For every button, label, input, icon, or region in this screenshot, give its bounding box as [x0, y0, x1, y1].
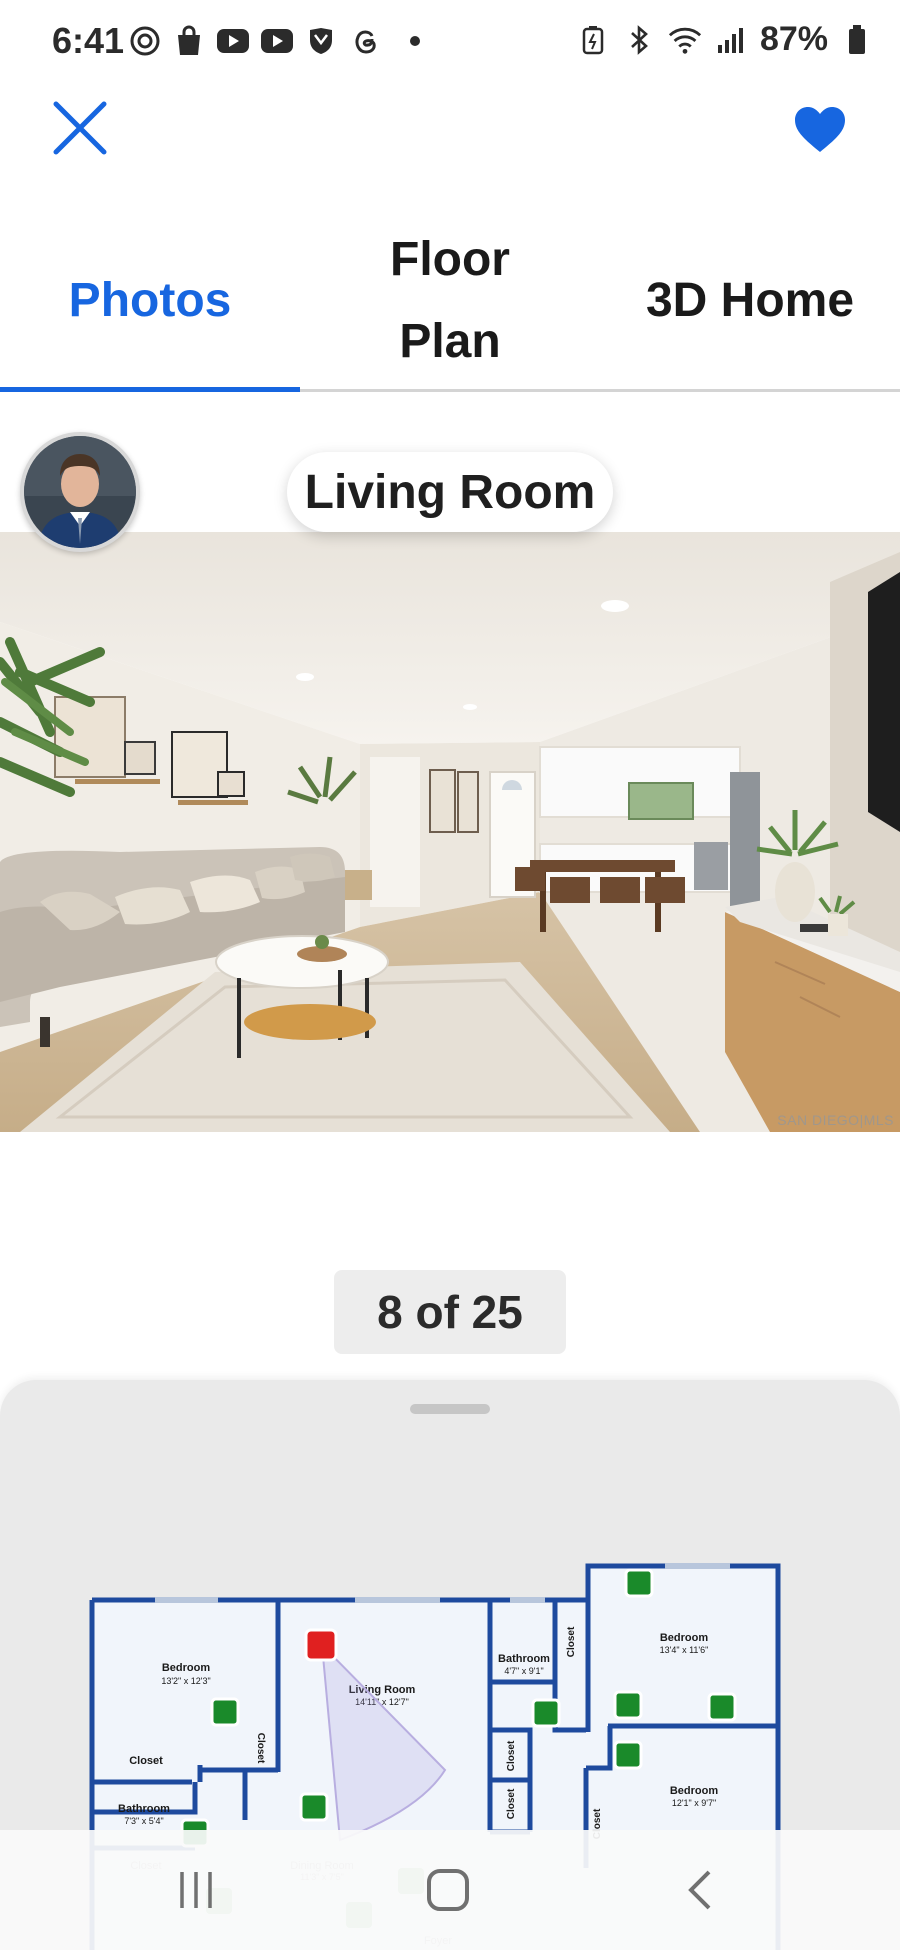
tab-floor-plan-label: Floor Plan	[390, 233, 510, 368]
tab-3d-home-label: 3D Home	[645, 274, 855, 327]
room-dims-bedroom-1: 13'2" x 12'3"	[161, 1676, 210, 1686]
tab-photos-label: Photos	[68, 274, 232, 327]
status-bar: 6:41 87%	[0, 0, 900, 86]
photo-marker[interactable]	[707, 1692, 737, 1722]
tab-floor-plan[interactable]: Floor Plan	[300, 210, 600, 392]
recents-button[interactable]	[136, 1848, 256, 1932]
active-tab-indicator	[0, 387, 300, 392]
room-label-bedroom-3: Bedroom	[670, 1785, 719, 1797]
photo-marker-active[interactable]	[304, 1628, 338, 1662]
room-label-bathroom-1: Bathroom	[498, 1653, 550, 1665]
youtube-icon	[216, 24, 250, 58]
photo-marker[interactable]	[613, 1740, 643, 1770]
room-label-closet-v4: Closet	[506, 1788, 517, 1819]
home-icon	[427, 1869, 469, 1911]
room-label-bathroom-2: Bathroom	[118, 1803, 170, 1815]
shopping-bag-icon	[172, 24, 206, 58]
photo-marker[interactable]	[299, 1792, 329, 1822]
battery-percent: 87%	[759, 20, 828, 58]
listing-photo[interactable]: SAN DIEGO|MLS	[0, 532, 900, 1132]
room-dims-bathroom-1: 4'7" x 9'1"	[504, 1666, 543, 1676]
room-label-closet-v3: Closet	[506, 1740, 517, 1771]
battery-saver-icon	[576, 23, 610, 57]
room-label-closet-1: Closet	[129, 1755, 163, 1767]
room-label-closet-v2: Closet	[566, 1626, 577, 1657]
mls-watermark: SAN DIEGO|MLS	[777, 1112, 894, 1128]
room-dims-bedroom-3: 12'1" x 9'7"	[672, 1798, 716, 1808]
photo-counter: 8 of 25	[334, 1270, 566, 1354]
tab-bar: Photos Floor Plan 3D Home	[0, 210, 900, 392]
wifi-icon	[668, 23, 702, 57]
favorite-button[interactable]	[788, 98, 852, 162]
youtube-icon	[260, 24, 294, 58]
heart-icon	[795, 107, 845, 152]
system-icons: 87%	[576, 20, 874, 59]
threads-circle-icon	[128, 24, 162, 58]
threads-icon	[348, 24, 382, 58]
shield-app-icon	[304, 24, 338, 58]
close-icon	[53, 101, 107, 155]
more-notifications-dot	[410, 36, 420, 46]
sheet-drag-handle[interactable]	[410, 1404, 490, 1414]
room-dims-bedroom-2: 13'4" x 11'6"	[660, 1645, 709, 1655]
close-button[interactable]	[48, 96, 112, 160]
status-time: 6:41	[52, 20, 125, 61]
photo-marker[interactable]	[624, 1568, 654, 1598]
room-label-bedroom-2: Bedroom	[660, 1632, 709, 1644]
photo-marker[interactable]	[613, 1690, 643, 1720]
bluetooth-icon	[622, 23, 656, 57]
room-label-bedroom-1: Bedroom	[162, 1662, 211, 1674]
photo-marker[interactable]	[210, 1697, 240, 1727]
system-nav-bar	[0, 1830, 900, 1950]
notification-icons	[128, 24, 420, 58]
room-label-closet-v1: Closet	[255, 1733, 266, 1764]
signal-icon	[714, 23, 748, 57]
back-icon	[688, 1870, 711, 1910]
photo-marker[interactable]	[531, 1698, 561, 1728]
recents-icon	[180, 1872, 212, 1908]
back-button[interactable]	[640, 1848, 760, 1932]
room-label: Living Room	[287, 452, 613, 532]
battery-icon	[840, 23, 874, 57]
home-button[interactable]	[388, 1848, 508, 1932]
room-dims-bathroom-2: 7'3" x 5'4"	[124, 1816, 163, 1826]
agent-avatar[interactable]	[20, 432, 140, 552]
tab-photos[interactable]: Photos	[0, 210, 300, 392]
tab-3d-home[interactable]: 3D Home	[600, 210, 900, 392]
